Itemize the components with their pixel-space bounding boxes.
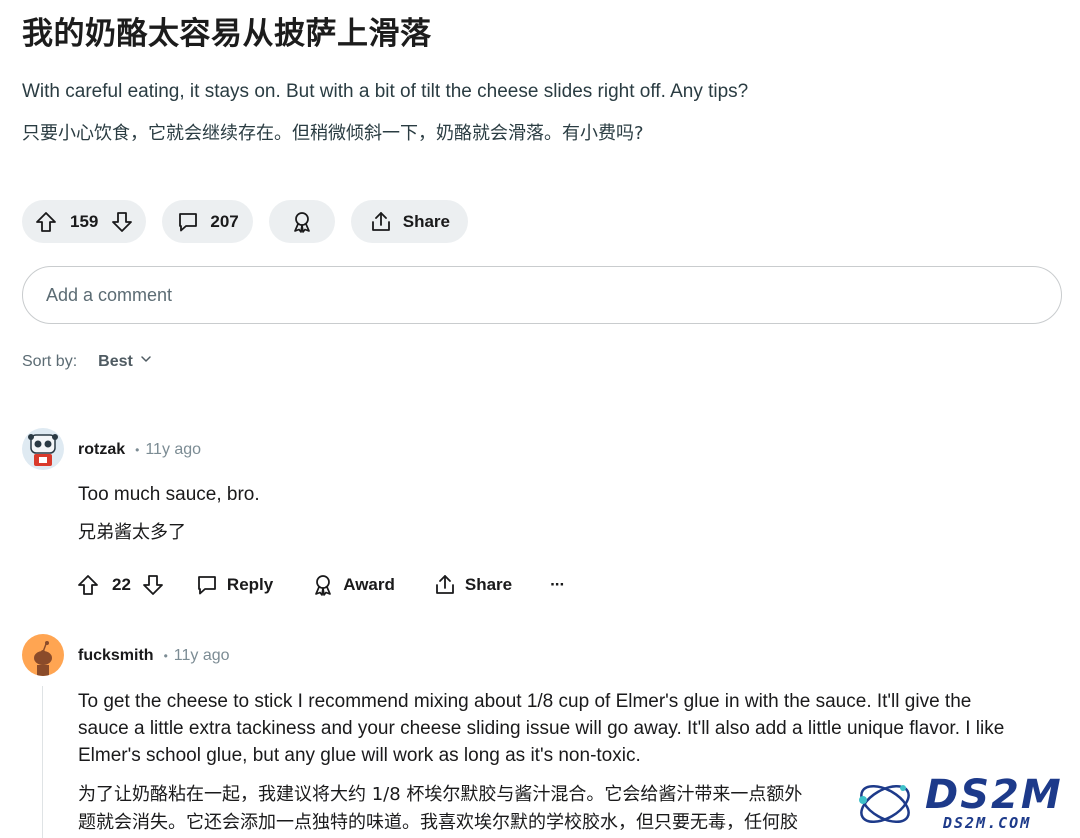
comment-text-english: To get the cheese to stick I recommend m… [78,691,972,712]
watermark-brand: DS2M [925,772,1063,818]
comment-text-english: Too much sauce, bro. [78,484,260,505]
comment-text-chinese: 题就会消失。它还会添加一点独特的味道。我喜欢埃尔默的学校胶水，但只要无毒，任何胶 [78,812,798,833]
share-button[interactable]: Share [350,200,468,243]
upvote-icon[interactable] [76,573,100,597]
reply-button[interactable]: Reply [195,573,273,597]
share-icon [433,573,457,597]
add-comment-box[interactable] [22,266,1062,324]
sort-dropdown[interactable]: Best [98,352,153,371]
watermark-site: DS2M.COM [943,814,1032,832]
meta-separator: • [135,443,140,457]
comments-button[interactable]: 207 [162,200,253,243]
share-label: Share [464,575,513,594]
chevron-down-icon [139,352,153,371]
post-action-bar: 159 207 Share [22,200,468,243]
comment-age: 11y ago [173,647,230,664]
comment-author[interactable]: fucksmith [78,647,154,665]
comment-bubble-icon [195,573,219,597]
comment-text-chinese: 兄弟酱太多了 [78,522,186,543]
award-icon [290,210,314,234]
share-button[interactable]: Share [433,573,512,597]
award-label: Award [343,575,395,594]
share-label: Share [402,211,450,231]
watermark: DS2M DS2M.COM [843,770,1080,838]
post-body-english: With careful eating, it stays on. But wi… [22,81,749,102]
comment-age: 11y ago [145,441,202,458]
thread-line[interactable] [42,686,43,838]
comment-author[interactable]: rotzak [78,441,125,459]
reply-label: Reply [226,575,274,594]
sort-value: Best [98,352,133,370]
award-icon [311,573,335,597]
comment-text-chinese: 为了让奶酪粘在一起，我建议将大约 1/8 杯埃尔默胶与酱汁混合。它会给酱汁带来一… [78,784,803,805]
share-icon [369,210,393,234]
comment-vote-count: 22 [112,575,131,594]
post-vote-group: 159 [22,200,147,243]
sort-row: Sort by: Best [22,352,153,371]
downvote-icon[interactable] [141,573,165,597]
more-icon[interactable]: ··· [550,575,565,595]
post-title: 我的奶酪太容易从披萨上滑落 [22,16,432,52]
comment-bubble-icon [176,210,200,234]
comment-text-english: Elmer's school glue, but any glue will w… [78,745,641,766]
comment-meta: fucksmith • 11y ago [78,647,230,665]
award-button[interactable]: Award [311,573,395,597]
comment-meta: rotzak • 11y ago [78,441,201,459]
comment-action-bar: 22 Reply Award Share ··· [76,573,565,597]
avatar[interactable] [22,634,64,676]
comment-count: 207 [210,211,239,231]
avatar[interactable] [22,428,64,470]
comment-text-english: sauce a little extra tackiness and your … [78,718,1005,739]
post-body-chinese: 只要小心饮食，它就会继续存在。但稍微倾斜一下，奶酪就会滑落。有小费吗? [22,123,644,144]
post-vote-count: 159 [70,211,99,231]
add-comment-input[interactable] [46,284,1061,306]
upvote-icon[interactable] [34,210,58,234]
award-button[interactable] [268,200,335,243]
downvote-icon[interactable] [110,210,134,234]
sort-label: Sort by: [22,352,78,370]
meta-separator: • [163,649,168,663]
